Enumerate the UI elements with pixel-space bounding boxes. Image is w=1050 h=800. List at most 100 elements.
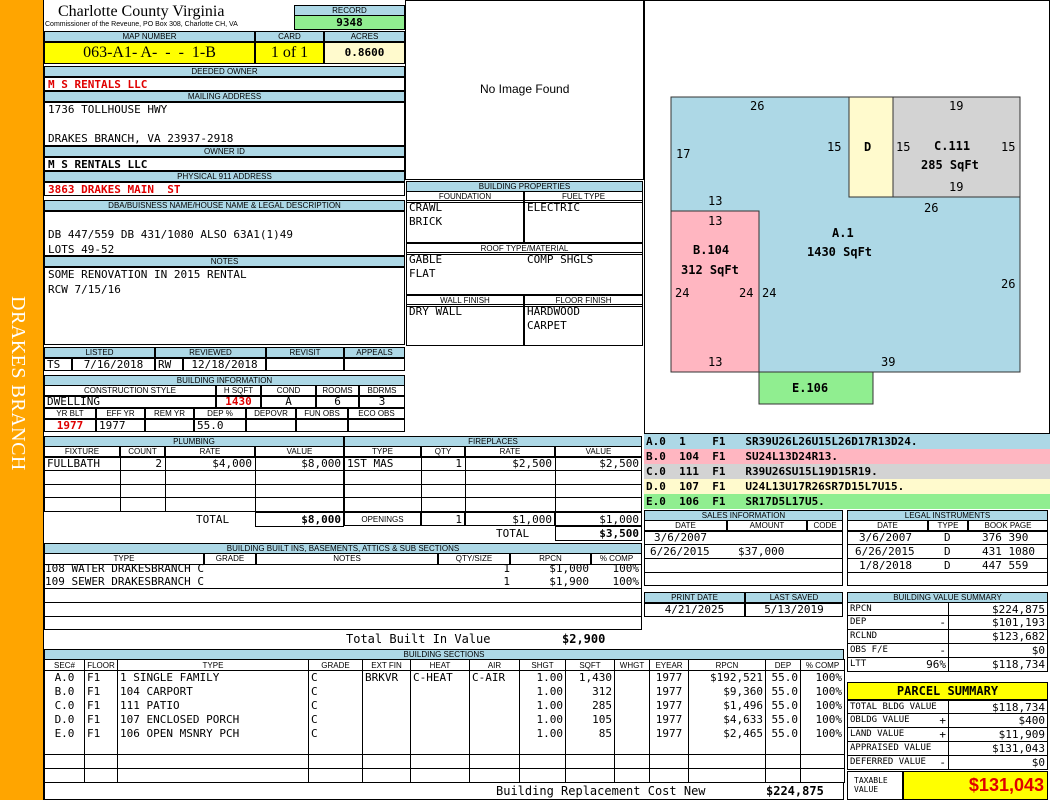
sec-cell xyxy=(614,670,650,685)
sec-cell xyxy=(765,740,801,755)
sec-cell xyxy=(410,740,470,755)
sec-cell xyxy=(84,740,118,755)
bi-row-2-rpcn: $1,900 xyxy=(549,575,589,588)
sec-cell xyxy=(362,754,411,769)
sec-cell: 285 xyxy=(565,698,615,713)
sec-col: SQFT xyxy=(565,659,615,671)
dim-b-top-out: 13 xyxy=(708,194,723,208)
sec-cell xyxy=(565,768,615,783)
table-row xyxy=(44,754,845,769)
bi-row-1-qty: 1 xyxy=(503,562,510,575)
sec-cell xyxy=(362,712,411,727)
sec-cell: 85 xyxy=(565,726,615,741)
sec-cell: 1,430 xyxy=(565,670,615,685)
sec-cell: C xyxy=(308,684,363,699)
owner-id-label: OWNER ID xyxy=(44,146,405,157)
sec-cell: $1,496 xyxy=(688,698,766,713)
sec-cell: 1.00 xyxy=(519,684,566,699)
sec-cell: C-AIR xyxy=(469,670,520,685)
legal-3-date: 1/8/2018 xyxy=(859,559,912,572)
physical-address-value: 3863 DRAKES MAIN ST xyxy=(44,182,405,196)
legend-row: C.0 111 F1 R39U26SU15L19D15R19. xyxy=(644,464,1050,479)
bi-row-2-type: 109 SEWER DRAKESBRANCH C xyxy=(45,575,204,588)
listed-date: 7/16/2018 xyxy=(72,357,155,371)
sec-cell xyxy=(765,754,801,769)
sec-cell xyxy=(649,768,689,783)
dim-c-right: 15 xyxy=(1001,140,1016,154)
sec-cell: 55.0 xyxy=(765,684,801,699)
fire-type: 1ST MAS xyxy=(347,457,394,470)
taxable-value: $131,043 xyxy=(903,771,1048,800)
sec-cell xyxy=(308,740,363,755)
sec-cell xyxy=(519,754,566,769)
replacement-label: Building Replacement Cost New xyxy=(496,784,706,798)
foundation-1: CRAWL xyxy=(409,201,443,214)
label-d: D xyxy=(864,140,872,154)
label-c-name: C.111 xyxy=(934,139,971,153)
sec-cell xyxy=(362,726,411,741)
summary-sign: + xyxy=(939,728,946,741)
sec-cell xyxy=(688,740,766,755)
fuel-1: ELECTRIC xyxy=(527,201,580,214)
dim-a-26-mid: 26 xyxy=(924,201,939,215)
last-saved-value: 5/13/2019 xyxy=(745,602,843,617)
sec-col: FLOOR xyxy=(84,659,118,671)
sec-cell: C xyxy=(308,726,363,741)
sec-cell: C.0 xyxy=(44,698,85,713)
summary-value: $118,734 xyxy=(992,701,1045,714)
hsqft-value: 1430 xyxy=(216,395,261,408)
summary-row: LTT 96% $118,734 xyxy=(847,658,1048,672)
sec-cell xyxy=(649,740,689,755)
summary-row: RCLND $123,682 xyxy=(847,630,1048,644)
builtins-grid: 108 WATER DRAKESBRANCH C 1 $1,000 100% 1… xyxy=(44,562,642,630)
sec-cell xyxy=(565,754,615,769)
rooms-value: 6 xyxy=(316,395,359,408)
map-number-value: 063-A1- A- - - 1-B xyxy=(44,42,255,64)
sec-cell: 312 xyxy=(565,684,615,699)
sec-cell: 100% xyxy=(800,670,845,685)
openings-label: OPENINGS xyxy=(344,512,421,526)
sec-cell xyxy=(44,740,85,755)
sec-cell: 1 SINGLE FAMILY xyxy=(117,670,309,685)
label-a-name: A.1 xyxy=(832,226,854,240)
sec-cell xyxy=(688,754,766,769)
summary-value: $0 xyxy=(1031,644,1045,657)
summary-row: DEP - $101,193 xyxy=(847,616,1048,630)
physical-address-label: PHYSICAL 911 ADDRESS xyxy=(44,171,405,182)
sec-cell: 55.0 xyxy=(765,698,801,713)
dep-value: 55.0 xyxy=(194,418,246,432)
plumb-fixture: FULLBATH xyxy=(47,457,100,470)
sec-col: % COMP xyxy=(800,659,845,671)
fire-qty: 1 xyxy=(455,457,462,470)
sec-cell xyxy=(410,684,470,699)
sec-cell xyxy=(117,768,309,783)
sec-col: TYPE xyxy=(117,659,309,671)
table-row xyxy=(44,740,845,755)
bi-row-1-type: 108 WATER DRAKESBRANCH C xyxy=(45,562,204,575)
plumb-total-label: TOTAL xyxy=(196,513,230,526)
sections-table: SEC# FLOOR TYPE GRADE EXT FIN HEAT AIR SHGT SQFT… xyxy=(44,659,845,783)
summary-sign: - xyxy=(939,644,946,657)
appeals-value xyxy=(344,357,405,371)
table-row: A.0 F1 1 SINGLE FAMILY C BRKVR C-HEAT C-AIR 1.0… xyxy=(44,670,845,685)
sec-cell: $192,521 xyxy=(688,670,766,685)
sec-col: GRADE xyxy=(308,659,363,671)
openings-value: $1,000 xyxy=(555,512,642,526)
taxable-label: TAXABLE VALUE xyxy=(847,771,903,800)
fuel-box: ELECTRIC xyxy=(524,200,643,243)
summary-row: TOTAL BLDG VALUE $118,734 xyxy=(847,700,1048,714)
sec-cell xyxy=(800,740,845,755)
deeded-owner-label: DEEDED OWNER xyxy=(44,66,405,77)
sec-cell xyxy=(44,768,85,783)
legend-row: B.0 104 F1 SU24L13D24R13. xyxy=(644,449,1050,464)
plumb-rate: $4,000 xyxy=(212,457,252,470)
dim-b-right: 24 xyxy=(739,286,754,300)
fire-value: $2,500 xyxy=(599,457,639,470)
summary-label: APPRAISED VALUE xyxy=(850,743,932,753)
listed-by: TS xyxy=(44,357,72,371)
sec-cell: 104 CARPORT xyxy=(117,684,309,699)
sec-cell: 106 OPEN MSNRY PCH xyxy=(117,726,309,741)
roof-2: FLAT xyxy=(409,267,436,280)
sec-cell: 1977 xyxy=(649,698,689,713)
sec-cell: 55.0 xyxy=(765,712,801,727)
